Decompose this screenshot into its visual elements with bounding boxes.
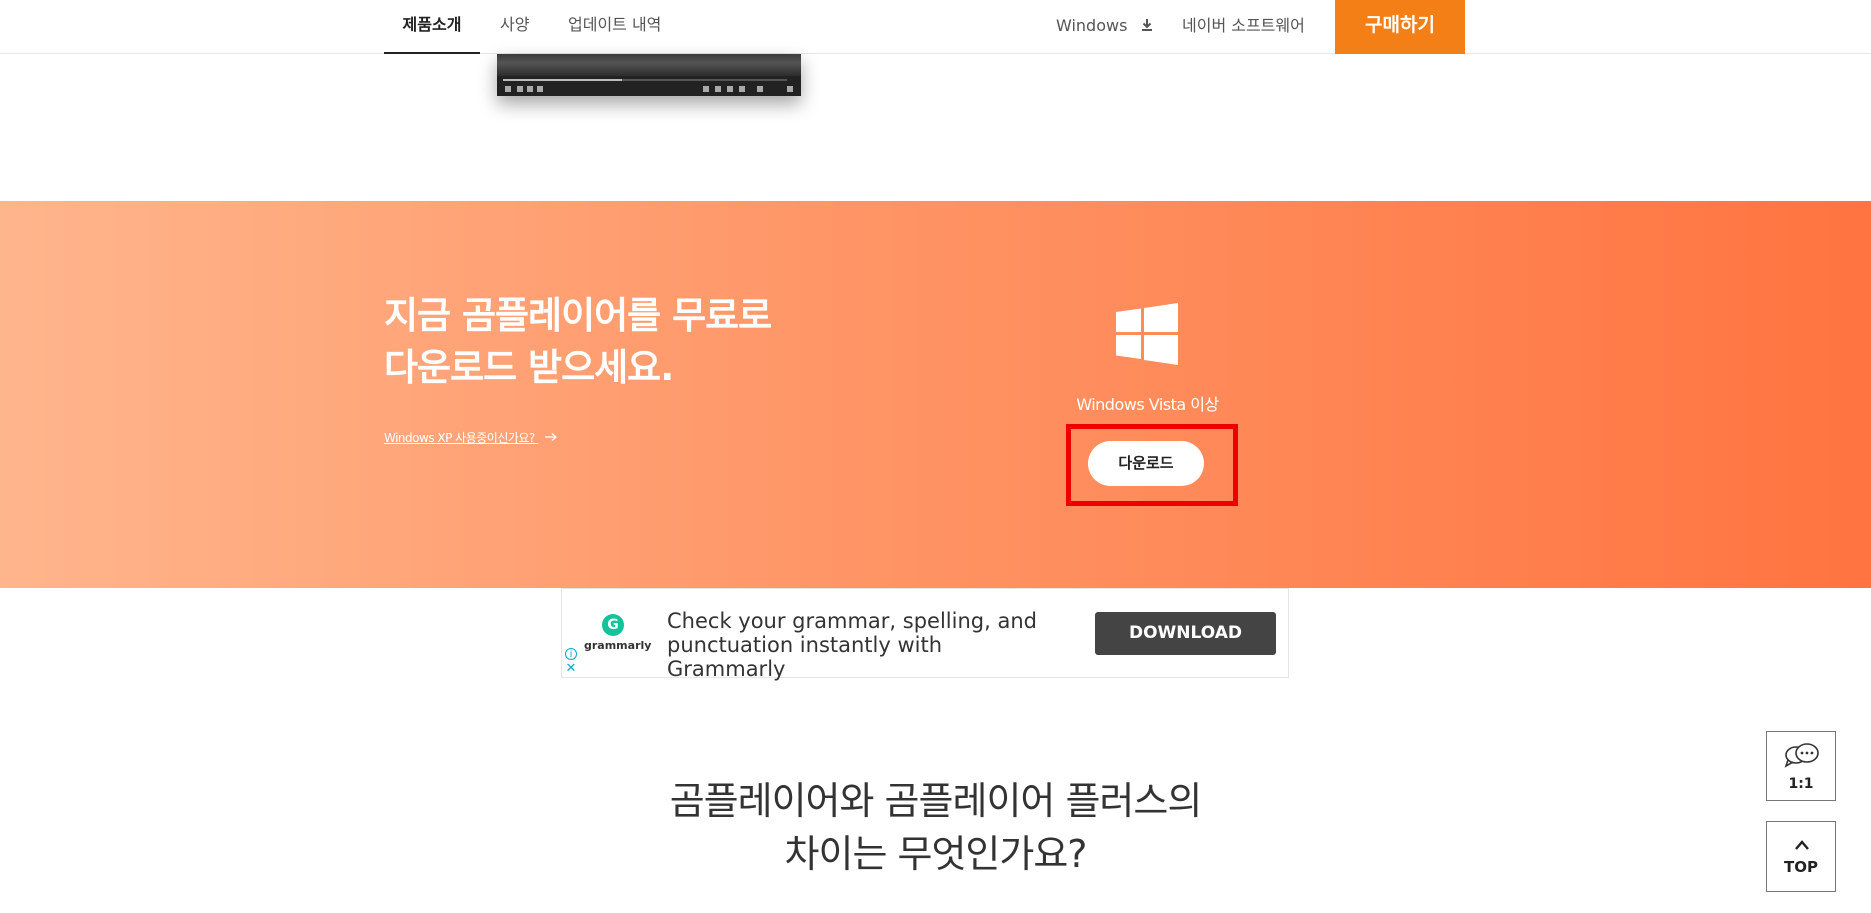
scroll-top-button[interactable]: TOP bbox=[1766, 821, 1836, 892]
progress-track bbox=[503, 79, 787, 81]
menu-icon bbox=[787, 86, 793, 92]
chevron-up-icon bbox=[1794, 836, 1810, 855]
windows-logo-icon bbox=[1116, 303, 1178, 369]
option-icon bbox=[703, 86, 709, 92]
naver-software-link[interactable]: 네이버 소프트웨어 bbox=[1182, 0, 1305, 54]
buy-button[interactable]: 구매하기 bbox=[1335, 0, 1465, 54]
ad-close-icon[interactable]: ✕ bbox=[565, 662, 577, 676]
option-icon bbox=[727, 86, 733, 92]
video-frame bbox=[497, 54, 801, 76]
os-requirement-label: Windows Vista 이상 bbox=[1076, 395, 1219, 414]
pause-icon bbox=[505, 86, 511, 92]
tab-product-intro[interactable]: 제품소개 bbox=[384, 0, 480, 54]
arrow-right-icon bbox=[544, 431, 558, 445]
next-icon bbox=[537, 86, 543, 92]
headline-line-1: 지금 곰플레이어를 무료로 bbox=[384, 294, 772, 337]
grammarly-logo-icon: G bbox=[602, 614, 624, 636]
download-banner: 지금 곰플레이어를 무료로 다운로드 받으세요. Windows XP 사용중이… bbox=[0, 201, 1871, 588]
grammarly-ad[interactable]: G grammarly Check your grammar, spelling… bbox=[561, 588, 1289, 681]
headline-line-2: 다운로드 받으세요. bbox=[384, 346, 674, 389]
top-label: TOP bbox=[1784, 858, 1818, 876]
player-controls bbox=[497, 76, 801, 96]
chat-bubble-icon bbox=[1784, 742, 1820, 774]
section-title-line-1: 곰플레이어와 곰플레이어 플러스의 bbox=[669, 779, 1203, 823]
banner-headline: 지금 곰플레이어를 무료로 다운로드 받으세요. bbox=[384, 290, 772, 394]
ad-brand: grammarly bbox=[584, 639, 652, 652]
ad-text: Check your grammar, spelling, and punctu… bbox=[667, 609, 1037, 681]
windows-download-link[interactable]: Windows bbox=[1056, 0, 1153, 54]
stop-icon bbox=[517, 86, 523, 92]
windows-xp-link-label: Windows XP 사용중이신가요? bbox=[384, 431, 535, 445]
option-icon bbox=[715, 86, 721, 92]
top-navigation: 제품소개 사양 업데이트 내역 Windows 네이버 소프트웨어 구매하기 bbox=[0, 0, 1871, 54]
option-icon bbox=[739, 86, 745, 92]
chat-label: 1:1 bbox=[1788, 776, 1814, 792]
download-button[interactable]: 다운로드 bbox=[1088, 441, 1204, 486]
download-icon bbox=[1141, 1, 1153, 53]
one-to-one-chat-button[interactable]: 1:1 bbox=[1766, 731, 1836, 801]
windows-download-label: Windows bbox=[1056, 16, 1128, 35]
tab-update-history[interactable]: 업데이트 내역 bbox=[568, 0, 661, 54]
ad-info-icon[interactable]: i bbox=[565, 648, 577, 660]
windows-xp-link[interactable]: Windows XP 사용중이신가요? bbox=[384, 429, 558, 446]
video-player-screenshot bbox=[497, 54, 801, 96]
volume-icon bbox=[757, 86, 763, 92]
comparison-section-title: 곰플레이어와 곰플레이어 플러스의 차이는 무엇인가요? bbox=[600, 775, 1271, 881]
ad-download-button[interactable]: DOWNLOAD bbox=[1095, 612, 1276, 655]
section-title-line-2: 차이는 무엇인가요? bbox=[784, 832, 1088, 876]
progress-fill bbox=[503, 79, 623, 81]
prev-icon bbox=[527, 86, 533, 92]
tab-specs[interactable]: 사양 bbox=[500, 0, 529, 54]
